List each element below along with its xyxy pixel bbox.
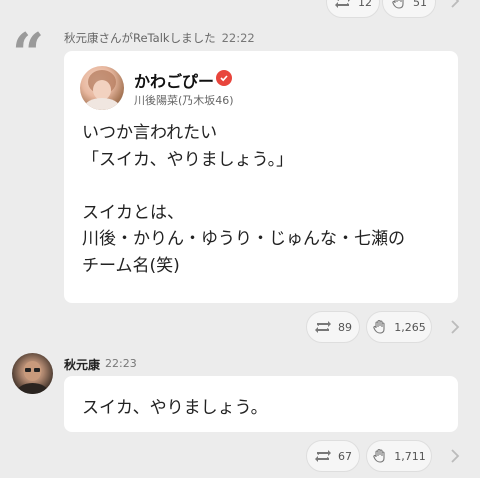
like-button-top[interactable]: 51 xyxy=(382,0,436,18)
retalk-icon xyxy=(314,449,332,463)
avatar[interactable] xyxy=(80,66,124,110)
like-count: 1,265 xyxy=(394,320,426,334)
retalk-button-top[interactable]: 12 xyxy=(326,0,380,18)
verified-check-icon xyxy=(216,70,232,86)
author-name[interactable]: かわごぴー xyxy=(134,68,214,92)
retalk-button[interactable]: 89 xyxy=(306,311,360,343)
reply-time: 22:23 xyxy=(105,357,137,370)
avatar[interactable] xyxy=(12,353,53,394)
post-body: いつか言われたい 「スイカ、やりましょう。」 スイカとは、 川後・かりん・ゆうり… xyxy=(82,123,405,276)
chevron-right-icon[interactable] xyxy=(448,0,462,10)
retalk-notice-text: 秋元康さんがReTalkしました xyxy=(64,31,216,45)
like-count: 51 xyxy=(413,0,427,9)
retalk-icon xyxy=(334,0,352,9)
author-subtitle: 川後陽菜(乃木坂46) xyxy=(134,94,234,107)
clap-hand-icon xyxy=(391,0,407,10)
retalk-button[interactable]: 67 xyxy=(306,440,360,472)
chevron-right-icon[interactable] xyxy=(448,318,462,336)
clap-hand-icon xyxy=(372,319,388,335)
reply-author-name[interactable]: 秋元康 xyxy=(64,356,100,373)
quote-mark-icon: “ xyxy=(12,21,45,87)
retalk-count: 89 xyxy=(338,320,352,334)
like-count: 1,711 xyxy=(394,449,426,463)
like-button[interactable]: 1,711 xyxy=(366,440,432,472)
retalk-count: 12 xyxy=(358,0,372,9)
reply-body: スイカ、やりましょう。 xyxy=(82,398,268,418)
retalk-count: 67 xyxy=(338,449,352,463)
retalk-icon xyxy=(314,320,332,334)
clap-hand-icon xyxy=(372,448,388,464)
retalk-notice: 秋元康さんがReTalkしました 22:22 xyxy=(64,30,255,46)
chevron-right-icon[interactable] xyxy=(448,447,462,465)
retalk-time: 22:22 xyxy=(221,31,255,45)
like-button[interactable]: 1,265 xyxy=(366,311,432,343)
